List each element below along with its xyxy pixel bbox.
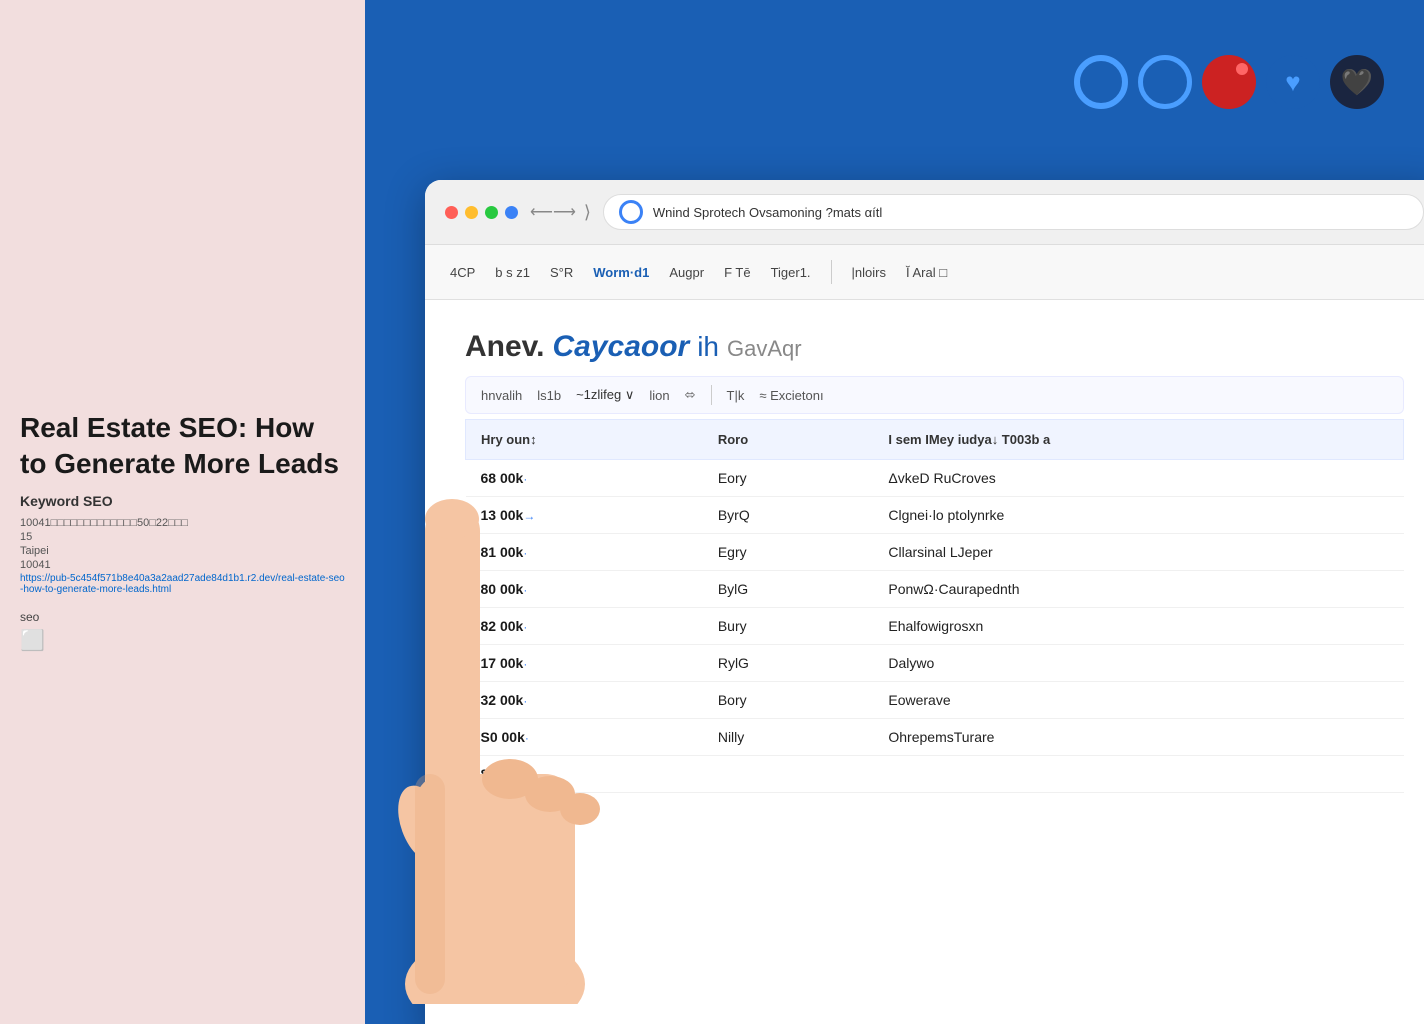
- cell-num: 80 00k·: [466, 571, 703, 608]
- table-row: 68 00k· Eory ΔvkeD RuCroves: [466, 460, 1404, 497]
- dark-icon: 🖤: [1330, 55, 1384, 109]
- cell-col3: Clgnei·lo ptolynrke: [873, 497, 1403, 534]
- table-row: 32 00k· Bory Eowerave: [466, 682, 1404, 719]
- table-row: 82 00k· Bury Ehalfowigrosxn: [466, 608, 1404, 645]
- browser-content: Anev. Caycaoor ih GavAqr hnvalih ls1b ~1…: [425, 300, 1424, 823]
- browser-chrome: ⟵⟶ ⟩ Wnind Sprotech Ovsamoning ?mats αít…: [425, 180, 1424, 245]
- filter-separator: [711, 385, 712, 405]
- cell-col3: Eowerave: [873, 682, 1403, 719]
- meta-line-1: 10041□□□□□□□□□□□□□50□22□□□: [20, 517, 345, 529]
- extra-button[interactable]: [505, 206, 518, 219]
- cell-col3: OhrepemsTurare: [873, 719, 1403, 756]
- right-panel: ♥ 🖤 ⟵⟶ ⟩ Wnind Sprotech Ovsamoning ?mats…: [365, 0, 1424, 1024]
- cell-col3: Cllarsinal LJeper: [873, 534, 1403, 571]
- cell-col2: Bury: [703, 608, 874, 645]
- table-header-row: Hry oun↕ Roro I sem IMey iudya↓ T003b a: [466, 420, 1404, 460]
- cell-num: 8F 00k·: [466, 756, 703, 793]
- cell-col3: [873, 756, 1403, 793]
- toolbar-item-0[interactable]: 4CP: [450, 265, 475, 280]
- nav-icon-1: ⟵⟶: [530, 202, 576, 222]
- article-url[interactable]: https://pub-5c454f571b8e40a3a2aad27ade84…: [20, 573, 345, 595]
- toolbar-separator: [831, 260, 832, 284]
- cell-num: 13 00k→: [466, 497, 703, 534]
- filter-excietion[interactable]: ≈ Excietonı: [759, 388, 823, 403]
- filter-hnvalih[interactable]: hnvalih: [481, 388, 522, 403]
- meta-line-3: Taipei: [20, 545, 345, 557]
- meta-line-2: 15: [20, 531, 345, 543]
- browser-icons: ♥ 🖤: [1074, 55, 1384, 109]
- page-title-part4: GavAqr: [727, 336, 802, 362]
- nav-forward[interactable]: ⟩: [584, 202, 591, 223]
- table-row: S0 00k· Nilly OhrepemsTurare: [466, 719, 1404, 756]
- filter-ls1b[interactable]: ls1b: [537, 388, 561, 403]
- filter-arrows[interactable]: ⬄: [685, 387, 696, 403]
- cell-col2: ByrQ: [703, 497, 874, 534]
- filter-tk[interactable]: T|k: [727, 388, 745, 403]
- close-button[interactable]: [445, 206, 458, 219]
- meta-line-4: 10041: [20, 559, 345, 571]
- toolbar-item-aral[interactable]: Ĭ Aral □: [906, 265, 947, 280]
- cell-col2: Egry: [703, 534, 874, 571]
- cell-col3: PonwΩ·Caurapednth: [873, 571, 1403, 608]
- browser-search-bar[interactable]: Wnind Sprotech Ovsamoning ?mats αítl: [603, 194, 1424, 230]
- blue-ring-icon: [1074, 55, 1128, 109]
- table-row: 81 00k· Egry Cllarsinal LJeper: [466, 534, 1404, 571]
- page-title-part2: Caycaoor: [552, 330, 689, 364]
- table-row: 17 00k· RylG Dalywo: [466, 645, 1404, 682]
- blue-circle-icon: [1138, 55, 1192, 109]
- keyword-label: Keyword SEO: [20, 493, 345, 509]
- cell-col2: Nilly: [703, 719, 874, 756]
- toolbar-item-wormdi[interactable]: Worm·d1: [593, 265, 649, 280]
- data-table: Hry oun↕ Roro I sem IMey iudya↓ T003b a …: [465, 419, 1404, 793]
- tag-icon: ⬜: [20, 628, 345, 653]
- red-icon: [1202, 55, 1256, 109]
- cell-col2: RylG: [703, 645, 874, 682]
- search-bar-text: Wnind Sprotech Ovsamoning ?mats αítl: [653, 205, 882, 220]
- left-sidebar: Real Estate SEO: How to Generate More Le…: [0, 0, 365, 1024]
- article-title: Real Estate SEO: How to Generate More Le…: [20, 410, 345, 483]
- browser-window: ⟵⟶ ⟩ Wnind Sprotech Ovsamoning ?mats αít…: [425, 180, 1424, 1024]
- page-heading-row: Anev. Caycaoor ih GavAqr: [465, 330, 1404, 364]
- col-header-sem: I sem IMey iudya↓ T003b a: [873, 420, 1403, 460]
- cell-col2: BylG: [703, 571, 874, 608]
- cell-col3: Ehalfowigrosxn: [873, 608, 1403, 645]
- toolbar-item-nloirs[interactable]: |nloirs: [852, 265, 886, 280]
- cell-num: 82 00k·: [466, 608, 703, 645]
- minimize-button[interactable]: [465, 206, 478, 219]
- toolbar-item-1[interactable]: b s z1: [495, 265, 530, 280]
- heart-icon: ♥: [1266, 55, 1320, 109]
- toolbar-item-augpr[interactable]: Augpr: [669, 265, 704, 280]
- col-header-num: Hry oun↕: [466, 420, 703, 460]
- cell-num: 81 00k·: [466, 534, 703, 571]
- search-circle-icon: [619, 200, 643, 224]
- article-tag: seo: [20, 610, 345, 624]
- cell-num: 68 00k·: [466, 460, 703, 497]
- filter-dropdown-lifeg[interactable]: ~1zlifeg ∨: [576, 387, 634, 403]
- cell-col2: [703, 756, 874, 793]
- cell-col2: Bory: [703, 682, 874, 719]
- cell-col3: Dalywo: [873, 645, 1403, 682]
- table-row: 80 00k· BylG PonwΩ·Caurapednth: [466, 571, 1404, 608]
- table-row: 8F 00k·: [466, 756, 1404, 793]
- toolbar-item-tiger[interactable]: Tiger1.: [771, 265, 811, 280]
- browser-toolbar: 4CP b s z1 S°R Worm·d1 Augpr F Tē Tiger1…: [425, 245, 1424, 300]
- col-header-roro: Roro: [703, 420, 874, 460]
- table-row: 13 00k→ ByrQ Clgnei·lo ptolynrke: [466, 497, 1404, 534]
- filter-row: hnvalih ls1b ~1zlifeg ∨ lion ⬄ T|k ≈ Exc…: [465, 376, 1404, 414]
- page-title-part3: ih: [697, 331, 719, 363]
- browser-nav: ⟵⟶ ⟩: [530, 202, 591, 223]
- table-body: 68 00k· Eory ΔvkeD RuCroves 13 00k→ ByrQ…: [466, 460, 1404, 793]
- cell-num: S0 00k·: [466, 719, 703, 756]
- cell-col2: Eory: [703, 460, 874, 497]
- filter-lion[interactable]: lion: [649, 388, 669, 403]
- traffic-lights: [445, 206, 518, 219]
- toolbar-item-2[interactable]: S°R: [550, 265, 573, 280]
- page-title-part1: Anev.: [465, 330, 544, 364]
- cell-col3: ΔvkeD RuCroves: [873, 460, 1403, 497]
- maximize-button[interactable]: [485, 206, 498, 219]
- cell-num: 17 00k·: [466, 645, 703, 682]
- toolbar-item-te[interactable]: F Tē: [724, 265, 751, 280]
- cell-num: 32 00k·: [466, 682, 703, 719]
